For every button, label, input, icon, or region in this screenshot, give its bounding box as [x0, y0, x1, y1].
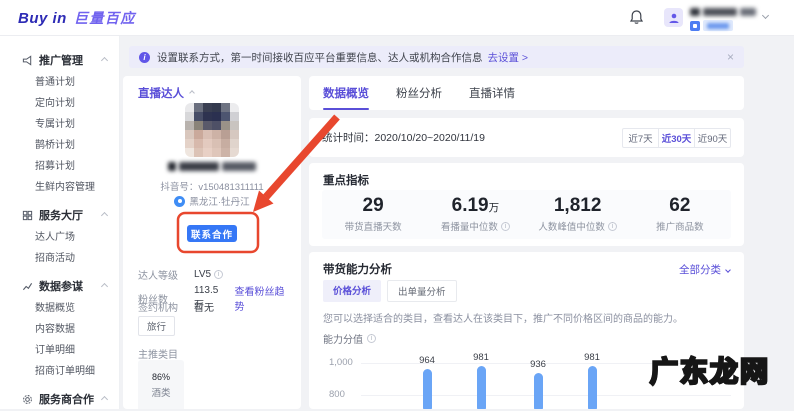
app-header: Buy in 巨量百应: [0, 0, 794, 36]
logo-buyin-text: Buy in: [18, 10, 67, 27]
logo-juliang-baiying-text: 巨量百应: [73, 10, 136, 26]
sidebar-item-merchant-order-detail[interactable]: 招商订单明细: [0, 361, 119, 382]
chart-bar-group: 936: [518, 336, 558, 409]
bell-icon[interactable]: [628, 9, 645, 26]
metrics-panel: 29 带货直播天数 6.19万 看播量中位数 1,812 人数峰值中位数 62 …: [322, 190, 731, 239]
detail-tabs-card: 数据概览 粉丝分析 直播详情: [309, 76, 744, 110]
sidebar-item-content-data[interactable]: 内容数据: [0, 319, 119, 340]
contact-cooperation-button[interactable]: 联系合作: [187, 225, 237, 242]
chevron-down-icon: [725, 266, 731, 273]
talent-profile-panel: 直播达人 抖音号：v150481311111 黑龙江·牡丹江 联系合作 达人等级…: [123, 76, 301, 409]
notice-text: 设置联系方式，第一时间接收百应平台重要信息、达人或机构合作信息: [157, 51, 483, 64]
douyin-id: 抖音号：v150481311111: [160, 182, 264, 193]
chevron-up-icon: [189, 90, 195, 96]
y-axis-tick: 800: [329, 389, 345, 400]
info-icon: [500, 221, 510, 231]
info-icon: [214, 270, 224, 279]
chevron-up-icon: [100, 395, 109, 403]
sidebar-item-exclusive-plan[interactable]: 专属计划: [0, 114, 119, 135]
tag-travel: 旅行: [138, 316, 176, 336]
chevron-up-icon: [100, 56, 109, 64]
location-icon: [174, 195, 186, 207]
category-percent: 86: [151, 372, 162, 382]
sidebar: 推广管理 普通计划 定向计划 专属计划 鹊桥计划 招募计划 生鲜内容管理 服务大…: [0, 36, 120, 409]
range-90d-button[interactable]: 近90天: [694, 127, 731, 148]
ability-description: 您可以选择适合的类目，查看达人在该类目下，推广不同价格区间的商品的能力。: [323, 314, 683, 325]
main-category-title: 主推类目: [138, 350, 178, 361]
tab-price-analysis[interactable]: 价格分析: [323, 280, 382, 302]
metric-live-days: 29 带货直播天数: [344, 195, 402, 233]
close-icon[interactable]: ×: [727, 51, 734, 63]
sidebar-item-talent-square[interactable]: 达人广场: [0, 227, 119, 248]
chevron-down-icon[interactable]: [761, 11, 770, 20]
chart-bar-group: 964: [407, 336, 447, 409]
y-axis-tick: 1,000: [329, 357, 353, 368]
notice-settings-link[interactable]: 去设置 >: [488, 50, 529, 65]
gear-icon: [22, 393, 34, 405]
user-name-redacted[interactable]: [690, 8, 756, 16]
sidebar-item-targeted-plan[interactable]: 定向计划: [0, 93, 119, 114]
chart-bar: [422, 368, 432, 409]
info-icon: i: [139, 51, 150, 63]
merchant-badge-redacted: [703, 20, 733, 31]
ability-title: 带货能力分析: [323, 264, 392, 276]
user-avatar[interactable]: [664, 8, 683, 27]
chart-bar-group: 981: [572, 336, 612, 409]
range-7d-button[interactable]: 近7天: [622, 127, 659, 148]
talent-name-redacted: [123, 162, 301, 171]
category-name: 酒类: [151, 388, 171, 399]
tab-order-volume-analysis[interactable]: 出单量分析: [387, 280, 457, 302]
merchant-badge-icon: [690, 20, 700, 31]
sidebar-group-data-advisor[interactable]: 数据参谋: [0, 274, 119, 298]
level-value: LV5: [194, 269, 212, 280]
stat-time-card: 统计时间：2020/10/20~2020/11/19 近7天 近30天 近90天: [309, 118, 744, 157]
agency-row: 签约机构 暂无: [138, 299, 293, 314]
sidebar-item-queqiao-plan[interactable]: 鹊桥计划: [0, 135, 119, 156]
key-metrics-title: 重点指标: [323, 175, 369, 187]
chart-bar-group: 981: [461, 336, 501, 409]
key-metrics-card: 重点指标 29 带货直播天数 6.19万 看播量中位数 1,812 人数峰值中位…: [309, 163, 744, 246]
sidebar-group-promotion[interactable]: 推广管理: [0, 48, 119, 72]
sidebar-item-recruit-plan[interactable]: 招募计划: [0, 156, 119, 177]
metric-product-count: 62 推广商品数: [656, 195, 704, 233]
info-icon: [607, 221, 617, 231]
chevron-up-icon: [100, 282, 109, 290]
notice-banner: i 设置联系方式，第一时间接收百应平台重要信息、达人或机构合作信息 去设置 > …: [129, 46, 744, 68]
chevron-up-icon: [100, 211, 109, 219]
tab-fans-analysis[interactable]: 粉丝分析: [396, 76, 442, 110]
watermark-text: 广东龙网: [649, 355, 771, 389]
sidebar-group-service-hall[interactable]: 服务大厅: [0, 203, 119, 227]
tab-data-overview[interactable]: 数据概览: [323, 76, 369, 110]
agency-value: 暂无: [194, 303, 214, 314]
chart-bar: [533, 373, 543, 409]
metric-peak-median: 1,812 人数峰值中位数: [527, 190, 629, 239]
sidebar-item-fresh-content[interactable]: 生鲜内容管理: [0, 177, 119, 198]
category-filter-dropdown[interactable]: 全部分类: [679, 262, 731, 277]
user-badge-row: [690, 20, 733, 31]
line-chart-icon: [22, 280, 34, 292]
grid-icon: [22, 209, 34, 221]
sidebar-item-data-overview[interactable]: 数据概览: [0, 298, 119, 319]
metric-view-median: 6.19万 看播量中位数: [424, 190, 526, 239]
sidebar-item-order-detail[interactable]: 订单明细: [0, 340, 119, 361]
tab-live-detail[interactable]: 直播详情: [469, 76, 515, 110]
sidebar-item-normal-plan[interactable]: 普通计划: [0, 72, 119, 93]
sidebar-item-merchant-activity[interactable]: 招商活动: [0, 248, 119, 269]
stat-time-label: 统计时间：2020/10/20~2020/11/19: [322, 132, 485, 144]
range-30d-button[interactable]: 近30天: [658, 127, 695, 148]
location-text: 黑龙江·牡丹江: [189, 197, 250, 208]
sidebar-group-service-provider[interactable]: 服务商合作: [0, 387, 119, 411]
panel-title-live-talent[interactable]: 直播达人: [138, 85, 195, 101]
time-range-selector: 近7天 近30天 近90天: [622, 127, 731, 148]
person-icon: [669, 13, 678, 23]
app-logo: Buy in 巨量百应: [18, 8, 136, 28]
category-tile: 86% 酒类: [138, 360, 184, 409]
megaphone-icon: [22, 54, 34, 66]
location-row: 黑龙江·牡丹江: [123, 194, 301, 208]
chart-bar: [587, 366, 597, 409]
chart-bar: [476, 366, 486, 409]
avatar: [185, 103, 239, 157]
talent-level-row: 达人等级 LV5: [138, 267, 293, 282]
